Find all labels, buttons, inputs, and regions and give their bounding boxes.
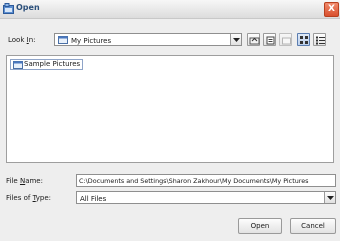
new-folder-button[interactable] xyxy=(279,33,292,46)
window-icon xyxy=(3,3,14,14)
lookin-combo[interactable]: My Pictures xyxy=(54,33,242,46)
close-button[interactable]: X xyxy=(324,2,339,17)
file-name: Sample Pictures xyxy=(24,60,81,68)
details-view-button[interactable] xyxy=(313,33,326,46)
home-icon xyxy=(266,36,275,45)
filename-label: File Name: xyxy=(6,177,43,185)
details-view-icon xyxy=(316,36,325,45)
lookin-value: My Pictures xyxy=(71,37,112,45)
lookin-dropdown-arrow[interactable] xyxy=(230,34,241,45)
new-folder-icon xyxy=(282,37,291,45)
list-item[interactable]: Sample Pictures xyxy=(10,59,84,70)
open-dialog: Open X Look In: My Pictures Sample Pictu… xyxy=(0,0,340,241)
folder-icon xyxy=(58,36,68,44)
filetype-label: Files of Type: xyxy=(6,194,52,202)
home-button[interactable] xyxy=(263,33,276,46)
list-view-button[interactable] xyxy=(297,33,310,46)
close-icon: X xyxy=(328,4,335,14)
filetype-value: All Files xyxy=(80,195,107,203)
filetype-dropdown-arrow[interactable] xyxy=(324,192,335,203)
up-folder-icon xyxy=(249,37,260,45)
title-bar[interactable]: Open X xyxy=(0,0,340,19)
list-view-icon xyxy=(300,36,308,44)
open-button[interactable]: Open xyxy=(238,218,282,234)
window-title: Open xyxy=(16,3,40,12)
cancel-button[interactable]: Cancel xyxy=(290,218,336,234)
folder-icon xyxy=(13,61,23,69)
file-list[interactable]: Sample Pictures xyxy=(6,55,334,163)
filename-input[interactable]: C:\Documents and Settings\Sharon Zakhour… xyxy=(76,174,336,187)
up-folder-button[interactable] xyxy=(247,33,260,46)
lookin-label: Look In: xyxy=(8,36,36,44)
filetype-combo[interactable]: All Files xyxy=(76,191,336,204)
